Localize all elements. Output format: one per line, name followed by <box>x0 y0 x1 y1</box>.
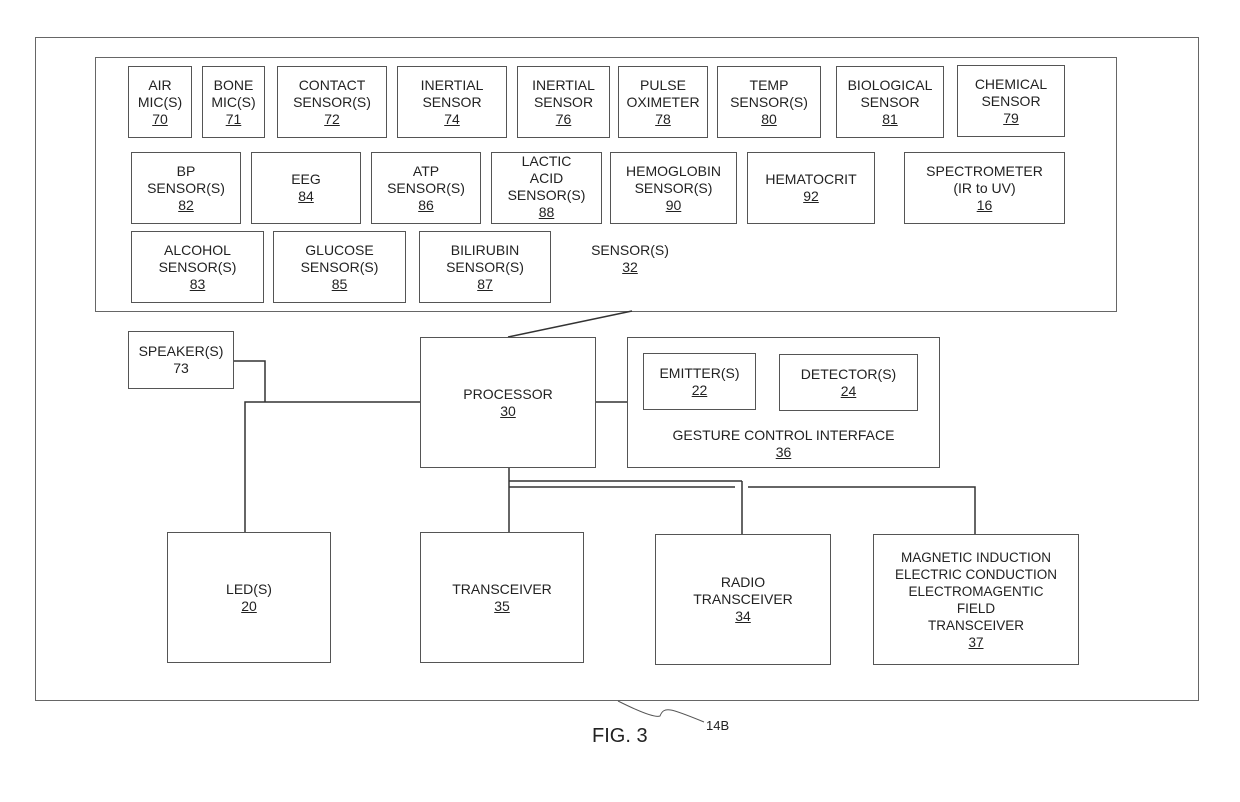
sensor-hematocrit: HEMATOCRIT 92 <box>747 152 875 224</box>
wire-sensors-processor <box>507 310 633 338</box>
sensor-atp: ATP SENSOR(S) 86 <box>371 152 481 224</box>
wire-speaker <box>233 360 266 402</box>
transceiver-block: TRANSCEIVER 35 <box>420 532 584 663</box>
figure-ref-label: 14B <box>706 718 730 733</box>
sensor-chemical: CHEMICAL SENSOR 79 <box>957 65 1065 137</box>
sensor-glucose: GLUCOSE SENSOR(S) 85 <box>273 231 406 303</box>
leader-14b <box>617 700 705 723</box>
sensor-inertial-76: INERTIAL SENSOR 76 <box>517 66 610 138</box>
sensor-inertial-74: INERTIAL SENSOR 74 <box>397 66 507 138</box>
sensor-contact: CONTACT SENSOR(S) 72 <box>277 66 387 138</box>
radio-transceiver-block: RADIO TRANSCEIVER 34 <box>655 534 831 665</box>
sensor-lactic-acid: LACTIC ACID SENSOR(S) 88 <box>491 152 602 224</box>
sensor-bone-mic: BONE MIC(S) 71 <box>202 66 265 138</box>
figure-label: FIG. 3 <box>592 725 648 747</box>
sensor-biological: BIOLOGICAL SENSOR 81 <box>836 66 944 138</box>
sensor-alcohol: ALCOHOL SENSOR(S) 83 <box>131 231 264 303</box>
sensor-hemoglobin: HEMOGLOBIN SENSOR(S) 90 <box>610 152 737 224</box>
sensor-eeg: EEG 84 <box>251 152 361 224</box>
emitter-block: EMITTER(S) 22 <box>643 353 756 410</box>
led-block: LED(S) 20 <box>167 532 331 663</box>
sensor-bp: BP SENSOR(S) 82 <box>131 152 241 224</box>
sensor-bilirubin: BILIRUBIN SENSOR(S) 87 <box>419 231 551 303</box>
sensor-pulse-oximeter: PULSE OXIMETER 78 <box>618 66 708 138</box>
detector-block: DETECTOR(S) 24 <box>779 354 918 411</box>
sensor-group-label: SENSOR(S) 32 <box>591 242 669 275</box>
wire-processor-led <box>244 401 420 532</box>
sensor-spectrometer: SPECTROMETER (IR to UV) 16 <box>904 152 1065 224</box>
processor-block: PROCESSOR 30 <box>420 337 596 468</box>
wire-bus-magnetic-2 <box>748 486 976 534</box>
speaker-block: SPEAKER(S) 73 <box>128 331 234 389</box>
sensor-air-mic: AIR MIC(S) 70 <box>128 66 192 138</box>
sensor-temp: TEMP SENSOR(S) 80 <box>717 66 821 138</box>
magnetic-induction-transceiver-block: MAGNETIC INDUCTION ELECTRIC CONDUCTION E… <box>873 534 1079 665</box>
